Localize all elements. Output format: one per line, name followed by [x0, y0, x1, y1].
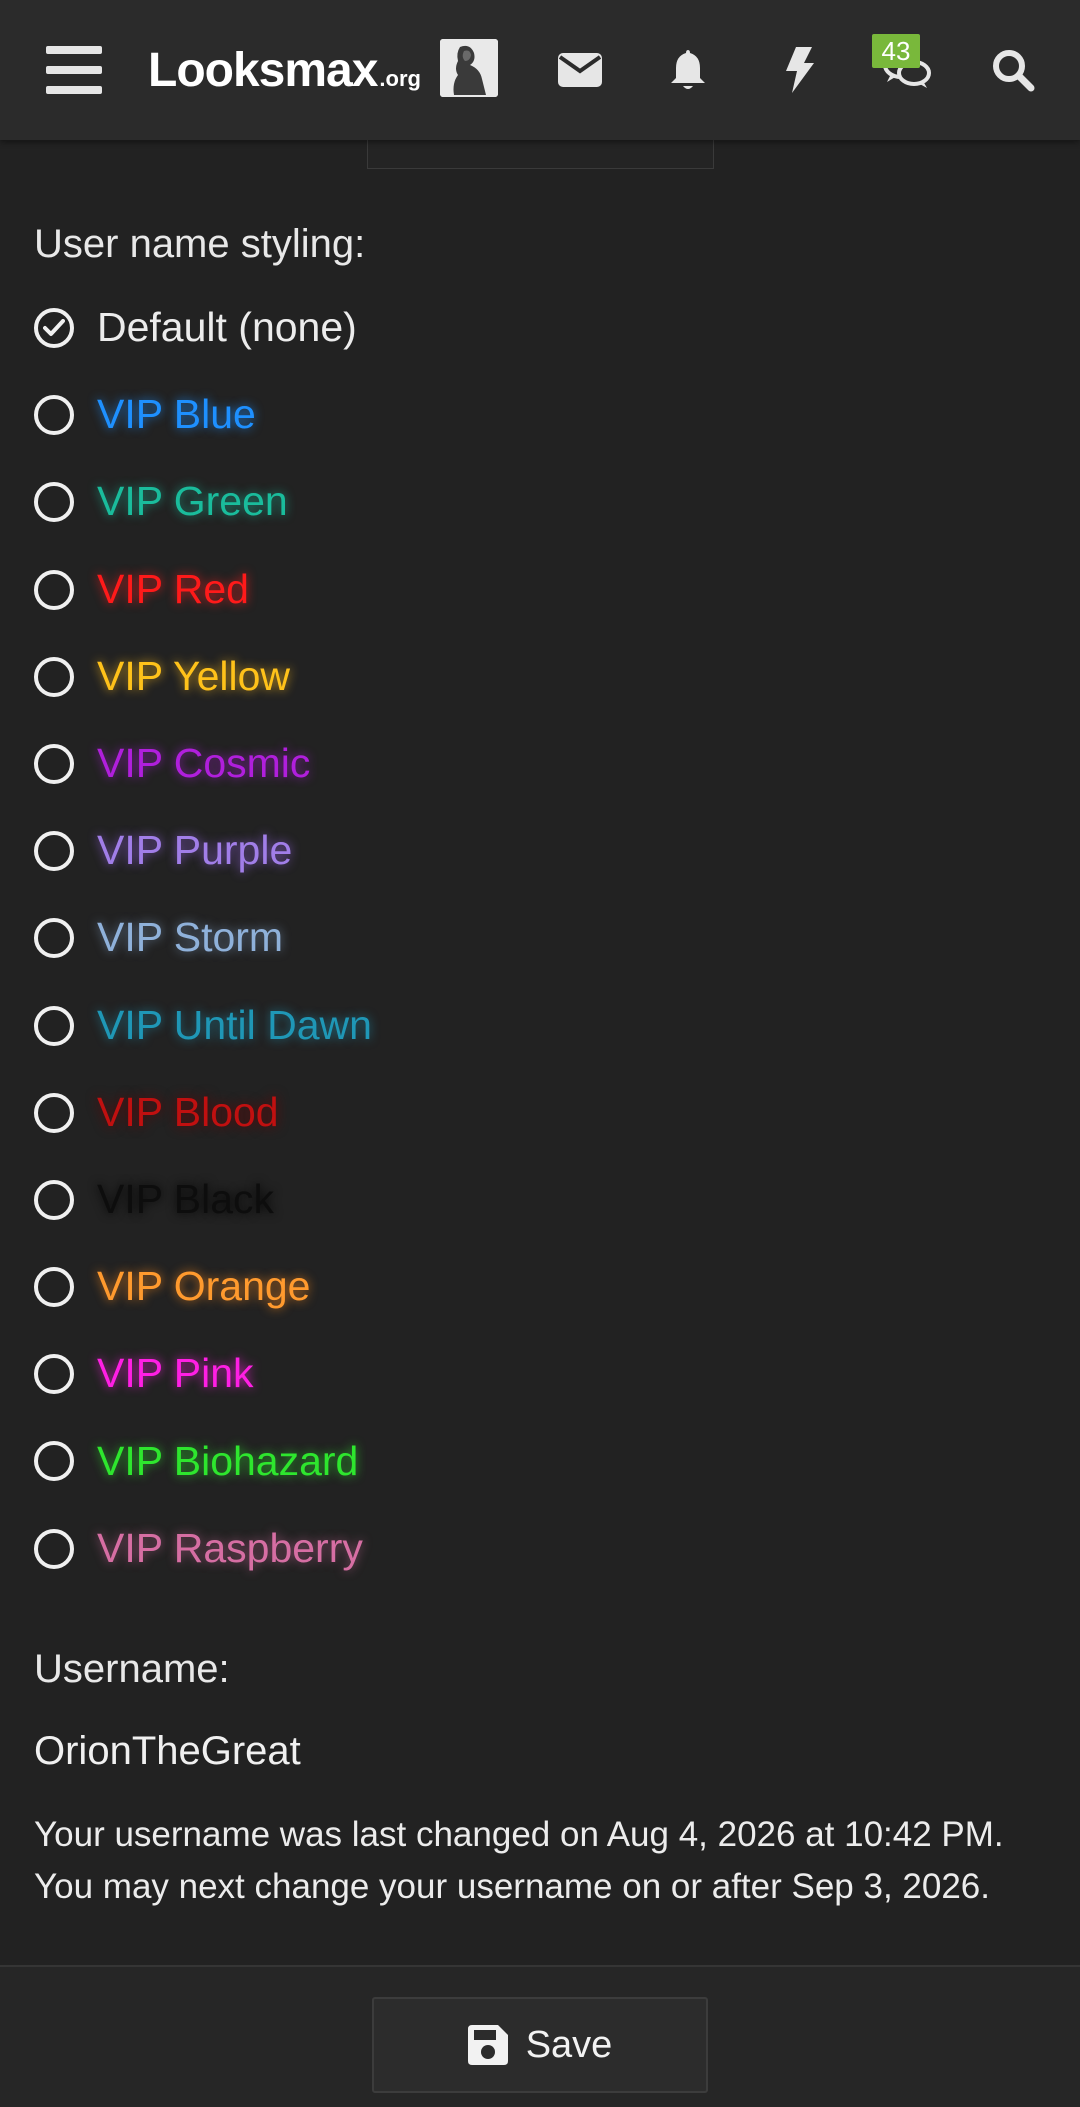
styling-option-label: VIP Green — [97, 478, 288, 525]
menu-icon — [46, 46, 102, 94]
styling-option-label: VIP Blood — [97, 1088, 279, 1135]
radio-unchecked-icon[interactable] — [34, 1267, 74, 1308]
username-label: Username: — [34, 1647, 230, 1691]
styling-option[interactable]: VIP Storm — [0, 894, 1080, 981]
radio-unchecked-icon[interactable] — [34, 1528, 74, 1569]
radio-unchecked-icon[interactable] — [34, 1179, 74, 1220]
save-button-label: Save — [525, 2023, 613, 2066]
radio-unchecked-icon[interactable] — [34, 1092, 74, 1133]
form-submit-row: Save — [0, 1965, 1080, 2107]
bell-icon — [671, 50, 705, 89]
radio-unchecked-icon[interactable] — [34, 395, 74, 436]
whats-new-button[interactable] — [744, 0, 854, 140]
username-change-hint: Your username was last changed on Aug 4,… — [34, 1809, 1064, 1913]
styling-option[interactable]: VIP Pink — [0, 1330, 1080, 1417]
styling-section-label: User name styling: — [34, 222, 366, 266]
search-button[interactable] — [958, 0, 1068, 140]
mail-icon — [558, 53, 602, 87]
inbox-button[interactable] — [525, 0, 635, 140]
radio-unchecked-icon[interactable] — [34, 918, 74, 959]
styling-option[interactable]: VIP Until Dawn — [0, 982, 1080, 1069]
styling-option[interactable]: Default (none) — [0, 284, 1080, 371]
avatar-image — [440, 39, 498, 97]
styling-option-label: VIP Yellow — [97, 652, 291, 699]
logo-tld: .org — [379, 66, 421, 91]
styling-option[interactable]: VIP Blood — [0, 1069, 1080, 1156]
radio-checked-icon[interactable] — [34, 308, 74, 348]
styling-option[interactable]: VIP Red — [0, 546, 1080, 633]
styling-option[interactable]: VIP Black — [0, 1156, 1080, 1243]
radio-unchecked-icon[interactable] — [34, 743, 74, 784]
styling-option[interactable]: VIP Biohazard — [0, 1417, 1080, 1504]
radio-unchecked-icon[interactable] — [34, 569, 74, 610]
styling-option-label: VIP Until Dawn — [97, 1001, 372, 1048]
styling-option-label: VIP Blue — [97, 391, 256, 438]
styling-option[interactable]: VIP Orange — [0, 1243, 1080, 1330]
menu-button[interactable] — [30, 0, 118, 140]
styling-option-label: VIP Pink — [97, 1350, 254, 1397]
styling-option[interactable]: VIP Blue — [0, 371, 1080, 458]
radio-unchecked-icon[interactable] — [34, 1005, 74, 1046]
bolt-icon — [786, 47, 814, 93]
styling-option-label: VIP Raspberry — [97, 1524, 363, 1571]
styling-option-label: VIP Red — [97, 565, 249, 612]
styling-option[interactable]: VIP Cosmic — [0, 720, 1080, 807]
hint-last-changed: Your username was last changed on Aug 4,… — [34, 1815, 1004, 1854]
styling-option-label: VIP Purple — [97, 827, 293, 874]
radio-unchecked-icon[interactable] — [34, 656, 74, 697]
username-value: OrionTheGreat — [34, 1729, 301, 1773]
radio-unchecked-icon[interactable] — [34, 1441, 74, 1482]
styling-options-list: Default (none) VIP Blue VIP Green VIP Red VI… — [0, 284, 1080, 1592]
styling-option-label: VIP Black — [97, 1175, 274, 1222]
top-navigation-bar: Looksmax .org 43 — [0, 0, 1080, 140]
styling-option-label: VIP Orange — [97, 1263, 311, 1310]
styling-option-label: VIP Cosmic — [97, 740, 311, 787]
conversations-button[interactable] — [852, 0, 962, 140]
notification-count-badge: 43 — [872, 34, 920, 68]
search-icon — [993, 50, 1035, 92]
save-icon — [467, 2025, 508, 2065]
site-logo[interactable]: Looksmax .org — [148, 0, 421, 140]
radio-unchecked-icon[interactable] — [34, 1354, 74, 1395]
styling-option[interactable]: VIP Yellow — [0, 633, 1080, 720]
radio-unchecked-icon[interactable] — [34, 482, 74, 523]
styling-option-label: VIP Biohazard — [97, 1437, 359, 1484]
radio-unchecked-icon[interactable] — [34, 831, 74, 872]
styling-option-label: Default (none) — [97, 304, 357, 351]
styling-option[interactable]: VIP Raspberry — [0, 1505, 1080, 1592]
hint-next-change: You may next change your username on or … — [34, 1867, 990, 1906]
save-button[interactable]: Save — [372, 1997, 708, 2093]
styling-option-label: VIP Storm — [97, 914, 284, 961]
previous-field-edge — [367, 140, 714, 169]
styling-option[interactable]: VIP Green — [0, 458, 1080, 545]
logo-wordmark: Looksmax — [148, 43, 378, 97]
alerts-button[interactable] — [633, 0, 743, 140]
user-avatar[interactable] — [440, 39, 498, 97]
styling-option[interactable]: VIP Purple — [0, 807, 1080, 894]
